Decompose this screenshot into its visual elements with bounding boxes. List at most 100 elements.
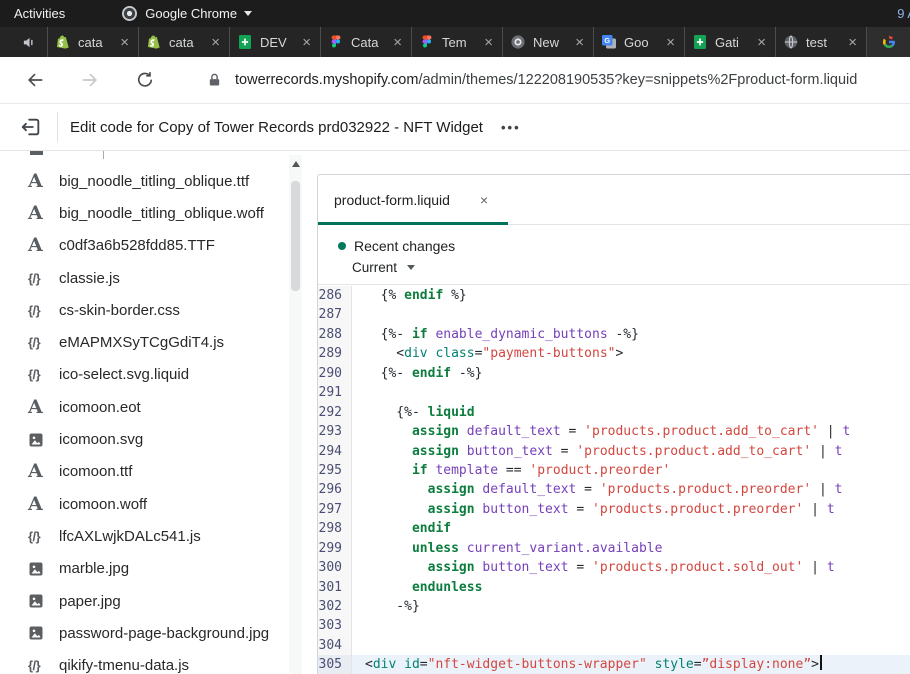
code-line-content — [352, 616, 910, 635]
browser-tab[interactable]: cata× — [138, 27, 229, 57]
line-number: 303 — [318, 616, 352, 635]
tab-close-icon[interactable]: × — [482, 35, 495, 50]
version-selector-label: Current — [352, 260, 397, 275]
tab-close-icon[interactable]: × — [664, 35, 677, 50]
code-line-content: {% endif %} — [352, 286, 910, 305]
code-line[interactable]: 296 assign default_text = 'products.prod… — [318, 480, 910, 499]
code-line[interactable]: 297 assign button_text = 'products.produ… — [318, 500, 910, 519]
code-line[interactable]: 302 -%} — [318, 597, 910, 616]
line-number: 292 — [318, 403, 352, 422]
file-name: eMAPMXSyTCgGdiT4.js — [59, 334, 224, 351]
sheets-icon — [692, 34, 708, 50]
figma-icon — [328, 34, 344, 50]
browser-tab[interactable]: Cata× — [320, 27, 411, 57]
file-name: password-page-background.jpg — [59, 625, 269, 642]
browser-tab[interactable]: Tem× — [411, 27, 502, 57]
tab-close-icon[interactable]: × — [118, 35, 131, 50]
scrollbar-thumb[interactable] — [291, 181, 300, 291]
font-file-icon: A — [28, 495, 52, 514]
globe-icon — [783, 34, 799, 50]
system-clock[interactable]: 9 A — [897, 6, 910, 21]
active-tab-underline — [318, 222, 508, 225]
address-bar[interactable]: towerrecords.myshopify.com/admin/themes/… — [235, 72, 857, 88]
file-name: marble.jpg — [59, 560, 129, 577]
file-list-item[interactable]: Aicomoon.eot — [0, 391, 310, 423]
code-line[interactable]: 288 {%- if enable_dynamic_buttons -%} — [318, 325, 910, 344]
code-line[interactable]: 291 — [318, 383, 910, 402]
code-line[interactable]: 286 {% endif %} — [318, 286, 910, 305]
file-list-item[interactable]: Abig_noodle_titling_oblique.ttf — [0, 165, 310, 197]
code-line[interactable]: 287 — [318, 305, 910, 324]
code-line[interactable]: 294 assign button_text = 'products.produ… — [318, 442, 910, 461]
file-list-item[interactable]: paper.jpg — [0, 585, 310, 617]
reload-button[interactable] — [135, 70, 155, 90]
scrollbar-up-arrow-icon[interactable] — [292, 161, 300, 167]
tab-close-icon[interactable]: × — [300, 35, 313, 50]
file-list-item[interactable]: {/}ico-select.svg.liquid — [0, 359, 310, 391]
file-list-item[interactable]: password-page-background.jpg — [0, 617, 310, 649]
browser-tab[interactable]: DEV× — [229, 27, 320, 57]
tab-title: Gati — [715, 35, 748, 50]
tab-title: cata — [78, 35, 111, 50]
code-area[interactable]: 286 {% endif %}287288 {%- if enable_dyna… — [318, 286, 910, 674]
tab-close-icon[interactable]: × — [755, 35, 768, 50]
more-actions-button[interactable]: ••• — [501, 120, 521, 135]
tab-close-icon[interactable]: × — [573, 35, 586, 50]
file-list: Abig_noodle_titling_oblique.ttfAbig_nood… — [0, 151, 310, 674]
code-line[interactable]: 301 endunless — [318, 578, 910, 597]
file-list-item[interactable]: icomoon.svg — [0, 423, 310, 455]
file-list-item[interactable]: {/}classie.js — [0, 262, 310, 294]
code-line[interactable]: 298 endif — [318, 519, 910, 538]
file-list-item[interactable]: marble.jpg — [0, 553, 310, 585]
browser-tab[interactable]: GGoo× — [593, 27, 684, 57]
file-list-item[interactable]: {/}lfcAXLwjkDALc541.js — [0, 520, 310, 552]
file-name: paper.jpg — [59, 593, 121, 610]
file-list-item[interactable]: {/}cs-skin-border.css — [0, 294, 310, 326]
activities-button[interactable]: Activities — [14, 6, 65, 21]
file-tab-close-icon[interactable]: × — [480, 192, 488, 208]
forward-button[interactable] — [80, 70, 100, 90]
line-number: 301 — [318, 578, 352, 597]
file-list-item[interactable]: Ac0df3a6b528fdd85.TTF — [0, 230, 310, 262]
browser-tab[interactable] — [866, 27, 910, 57]
file-list-item[interactable]: {/} qikify-tmenu-data.js — [0, 649, 310, 674]
file-name: icomoon.svg — [59, 431, 143, 448]
back-button[interactable] — [25, 70, 45, 90]
tab-close-icon[interactable]: × — [209, 35, 222, 50]
browser-tab[interactable]: New × — [502, 27, 593, 57]
browser-tab[interactable]: Gati × — [684, 27, 775, 57]
tab-close-icon[interactable]: × — [846, 35, 859, 50]
code-line[interactable]: 299 unless current_variant.available — [318, 539, 910, 558]
lock-icon[interactable] — [207, 72, 222, 88]
file-list-item[interactable]: Aicomoon.ttf — [0, 456, 310, 488]
font-file-icon: A — [28, 236, 52, 255]
code-line[interactable]: 290 {%- endif -%} — [318, 364, 910, 383]
code-line[interactable]: 304 — [318, 636, 910, 655]
code-line[interactable]: 289 <div class="payment-buttons"> — [318, 344, 910, 363]
code-line[interactable]: 300 assign button_text = 'products.produ… — [318, 558, 910, 577]
code-line[interactable]: 292 {%- liquid — [318, 403, 910, 422]
file-tab-product-form[interactable]: product-form.liquid × — [318, 175, 508, 224]
image-file-icon — [28, 432, 52, 448]
version-selector[interactable]: Current — [352, 260, 910, 275]
line-number: 295 — [318, 461, 352, 480]
sidebar-scrollbar[interactable] — [289, 155, 302, 674]
file-list-item[interactable]: {/}eMAPMXSyTCgGdiT4.js — [0, 326, 310, 358]
app-menu[interactable]: Google Chrome — [121, 5, 252, 22]
file-list-item[interactable]: Aicomoon.woff — [0, 488, 310, 520]
exit-code-editor-button[interactable] — [20, 116, 42, 138]
browser-tab[interactable]: cata × — [47, 27, 138, 57]
file-name: qikify-tmenu-data.js — [59, 657, 189, 674]
code-line-content: {%- liquid — [352, 403, 910, 422]
file-list-item[interactable]: Abig_noodle_titling_oblique.woff — [0, 197, 310, 229]
line-number: 298 — [318, 519, 352, 538]
code-line[interactable]: 293 assign default_text = 'products.prod… — [318, 422, 910, 441]
code-line[interactable]: 303 — [318, 616, 910, 635]
browser-tab[interactable]: test× — [775, 27, 866, 57]
code-line[interactable]: 305<div id="nft-widget-buttons-wrapper" … — [318, 655, 910, 674]
code-line[interactable]: 295 if template == 'product.preorder' — [318, 461, 910, 480]
code-file-icon: {/} — [28, 658, 52, 673]
tab-title: New — [533, 35, 566, 50]
line-number: 293 — [318, 422, 352, 441]
tab-close-icon[interactable]: × — [391, 35, 404, 50]
